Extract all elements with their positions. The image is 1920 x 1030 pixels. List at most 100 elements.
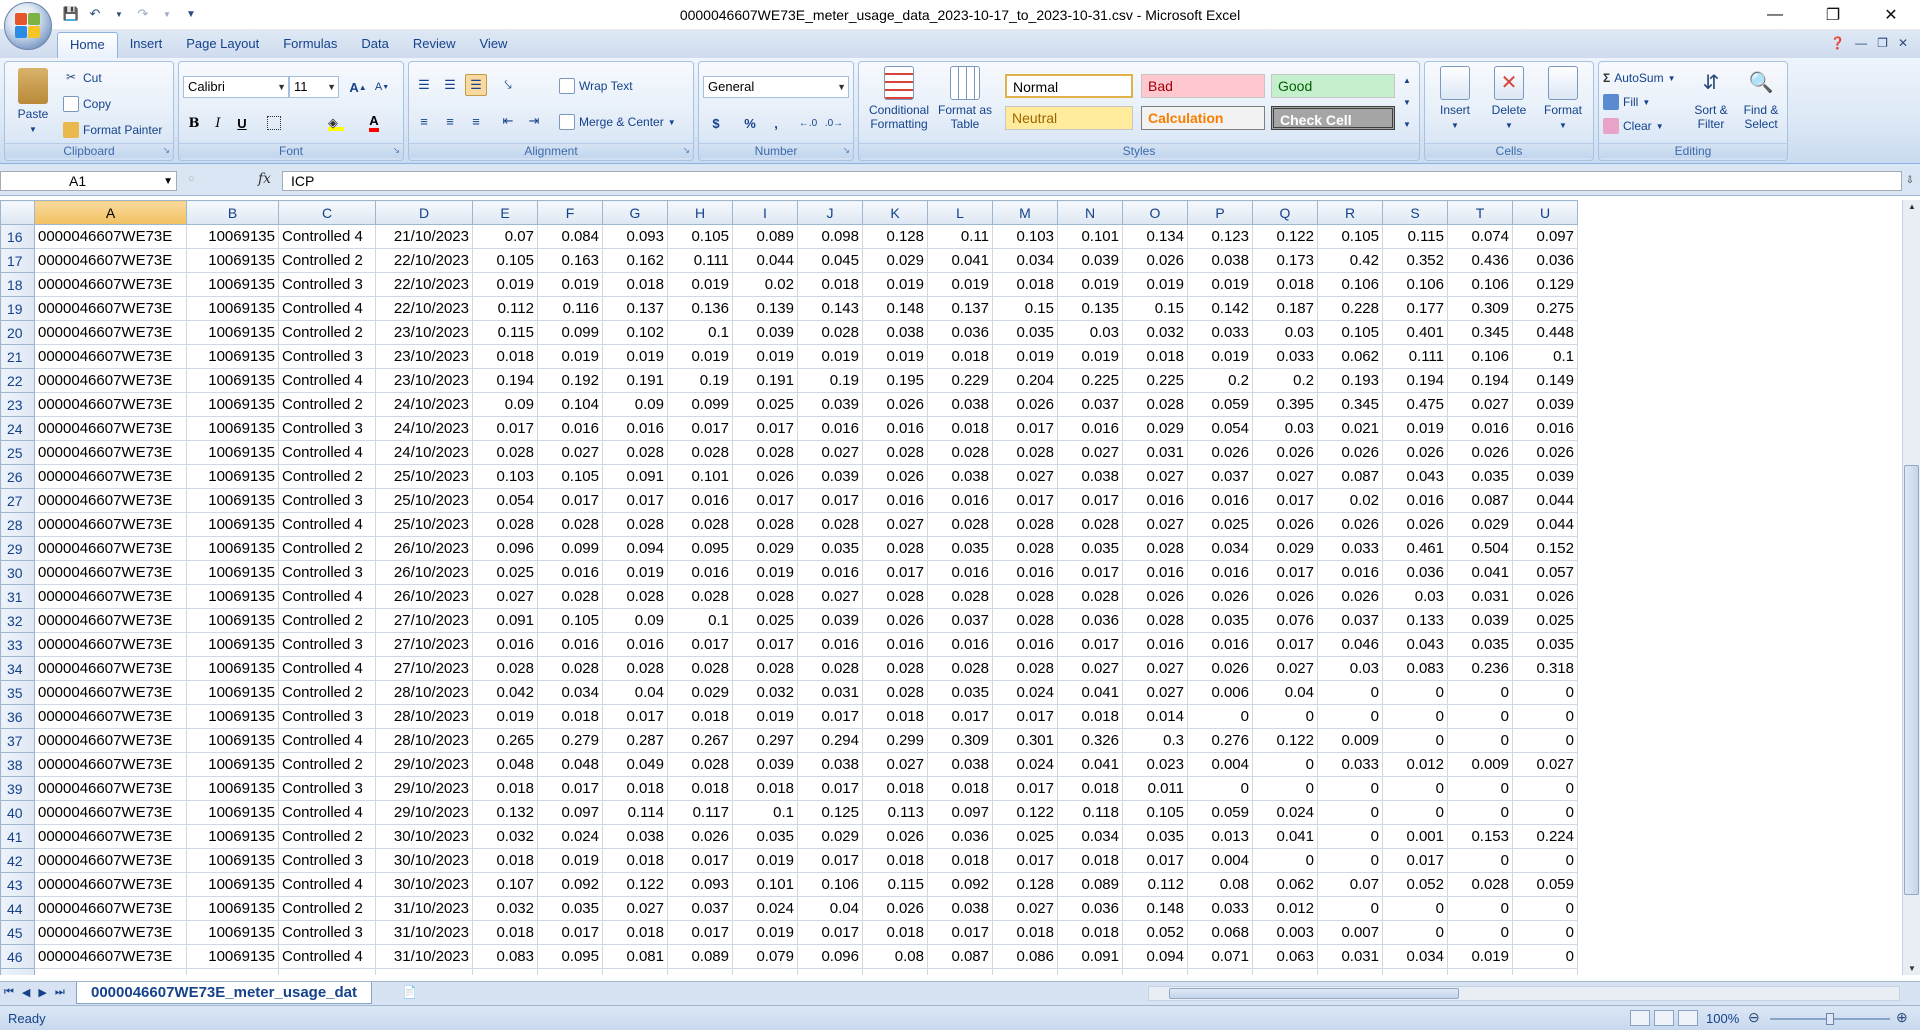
row-header[interactable]: 22 [0, 368, 35, 393]
cell[interactable]: 0.018 [927, 776, 993, 801]
cell[interactable]: 0000046607WE73E [34, 248, 187, 273]
cut-button[interactable]: ✂ Cut [63, 68, 102, 88]
cell[interactable]: 0.041 [1057, 680, 1123, 705]
cell[interactable]: 0 [1512, 944, 1578, 969]
cell[interactable]: 10069135 [186, 344, 279, 369]
cell[interactable]: 0.094 [602, 536, 668, 561]
cell[interactable] [537, 968, 603, 975]
cell[interactable]: 0.062 [1317, 344, 1383, 369]
cell[interactable]: 0.017 [667, 632, 733, 657]
cell[interactable]: 0 [1447, 776, 1513, 801]
cell[interactable]: 0.028 [992, 608, 1058, 633]
cell[interactable]: 0000046607WE73E [34, 224, 187, 249]
cell[interactable]: 0.024 [1252, 800, 1318, 825]
cell[interactable]: 28/10/2023 [375, 680, 473, 705]
cell[interactable]: 0.017 [472, 416, 538, 441]
cell[interactable]: 0.091 [472, 608, 538, 633]
cell[interactable]: 0.044 [1512, 488, 1578, 513]
cell[interactable]: 0.009 [1317, 728, 1383, 753]
cell[interactable]: Controlled 2 [278, 392, 376, 417]
cell[interactable]: 0 [1447, 920, 1513, 945]
cell[interactable]: 0.089 [1057, 872, 1123, 897]
cell[interactable]: 0.345 [1317, 392, 1383, 417]
cell[interactable]: 0.309 [927, 728, 993, 753]
cell[interactable]: 10069135 [186, 536, 279, 561]
cell[interactable]: 0.092 [927, 872, 993, 897]
cell[interactable]: Controlled 4 [278, 872, 376, 897]
cell[interactable]: 0.024 [537, 824, 603, 849]
tab-view[interactable]: View [468, 32, 520, 58]
cell[interactable]: 0.024 [992, 752, 1058, 777]
conditional-formatting-button[interactable]: Conditional Formatting [865, 66, 933, 131]
cell[interactable]: 0.039 [797, 608, 863, 633]
cell[interactable]: 0.027 [797, 440, 863, 465]
cell[interactable]: 0.118 [1057, 800, 1123, 825]
cell[interactable]: 0.028 [992, 536, 1058, 561]
cell[interactable]: 0.021 [1317, 416, 1383, 441]
cell[interactable]: 0.033 [1252, 344, 1318, 369]
cell[interactable]: 0.054 [472, 488, 538, 513]
cell[interactable]: 0.027 [1252, 656, 1318, 681]
cell[interactable]: 0.112 [472, 296, 538, 321]
cell[interactable]: 0.098 [797, 224, 863, 249]
cell[interactable]: 0.018 [1057, 776, 1123, 801]
cell[interactable]: 0.016 [992, 632, 1058, 657]
cell[interactable]: Controlled 2 [278, 752, 376, 777]
cell[interactable]: 0.024 [732, 896, 798, 921]
cell[interactable]: 30/10/2023 [375, 824, 473, 849]
cell[interactable]: 0.028 [1057, 512, 1123, 537]
cell[interactable]: 0 [1317, 776, 1383, 801]
cell[interactable]: 28/10/2023 [375, 728, 473, 753]
cell[interactable]: Controlled 3 [278, 776, 376, 801]
cell[interactable]: 0.038 [797, 752, 863, 777]
cell[interactable]: 0.025 [472, 560, 538, 585]
style-check-cell[interactable]: Check Cell [1271, 106, 1395, 130]
cell[interactable]: 0.099 [667, 392, 733, 417]
column-header[interactable]: J [797, 200, 863, 225]
cell[interactable]: 0.192 [537, 368, 603, 393]
cell[interactable]: 0.101 [667, 464, 733, 489]
cell[interactable]: 0.016 [602, 632, 668, 657]
cell[interactable]: 10069135 [186, 272, 279, 297]
cell[interactable]: 0.026 [1317, 512, 1383, 537]
cell[interactable]: 0.048 [537, 752, 603, 777]
cell[interactable]: 0.018 [927, 848, 993, 873]
cell[interactable]: 0.105 [667, 224, 733, 249]
cell[interactable]: 0.03 [1057, 320, 1123, 345]
align-top-icon[interactable]: ☰ [413, 74, 435, 96]
cell[interactable]: Controlled 4 [278, 728, 376, 753]
cell[interactable]: 0.019 [732, 560, 798, 585]
cell[interactable]: 0.033 [1317, 536, 1383, 561]
cell[interactable]: 0 [1447, 800, 1513, 825]
cell[interactable]: 0.013 [1187, 824, 1253, 849]
paste-button[interactable]: Paste ▼ [9, 68, 57, 137]
cell[interactable]: 0.033 [1187, 896, 1253, 921]
cell[interactable]: Controlled 3 [278, 272, 376, 297]
cell[interactable]: 0000046607WE73E [34, 680, 187, 705]
cell[interactable]: 0.03 [1317, 656, 1383, 681]
cell[interactable]: 0 [1382, 704, 1448, 729]
cell[interactable]: 0.111 [1382, 344, 1448, 369]
style-calculation[interactable]: Calculation [1141, 106, 1265, 130]
cell[interactable]: 0.07 [1317, 872, 1383, 897]
cell[interactable]: 0.07 [472, 224, 538, 249]
cell[interactable]: Controlled 3 [278, 416, 376, 441]
column-header[interactable]: D [375, 200, 473, 225]
cell[interactable]: 0.028 [667, 656, 733, 681]
cell[interactable]: 0.103 [472, 464, 538, 489]
cell[interactable]: 0 [1382, 896, 1448, 921]
cell[interactable]: 10069135 [186, 248, 279, 273]
page-break-view-icon[interactable] [1678, 1010, 1698, 1026]
cell[interactable]: 0.037 [1187, 464, 1253, 489]
scroll-up-icon[interactable]: ▲ [1903, 202, 1920, 211]
cell[interactable]: 0.003 [1252, 920, 1318, 945]
cell[interactable]: 0.019 [1057, 272, 1123, 297]
cell[interactable]: 0.079 [732, 944, 798, 969]
cell[interactable] [1317, 968, 1383, 975]
cell[interactable]: 0.107 [472, 872, 538, 897]
cell[interactable]: 0 [1252, 776, 1318, 801]
style-good[interactable]: Good [1271, 74, 1395, 98]
cell[interactable]: 0.401 [1382, 320, 1448, 345]
cell[interactable]: 29/10/2023 [375, 752, 473, 777]
cell[interactable]: 0.026 [862, 464, 928, 489]
